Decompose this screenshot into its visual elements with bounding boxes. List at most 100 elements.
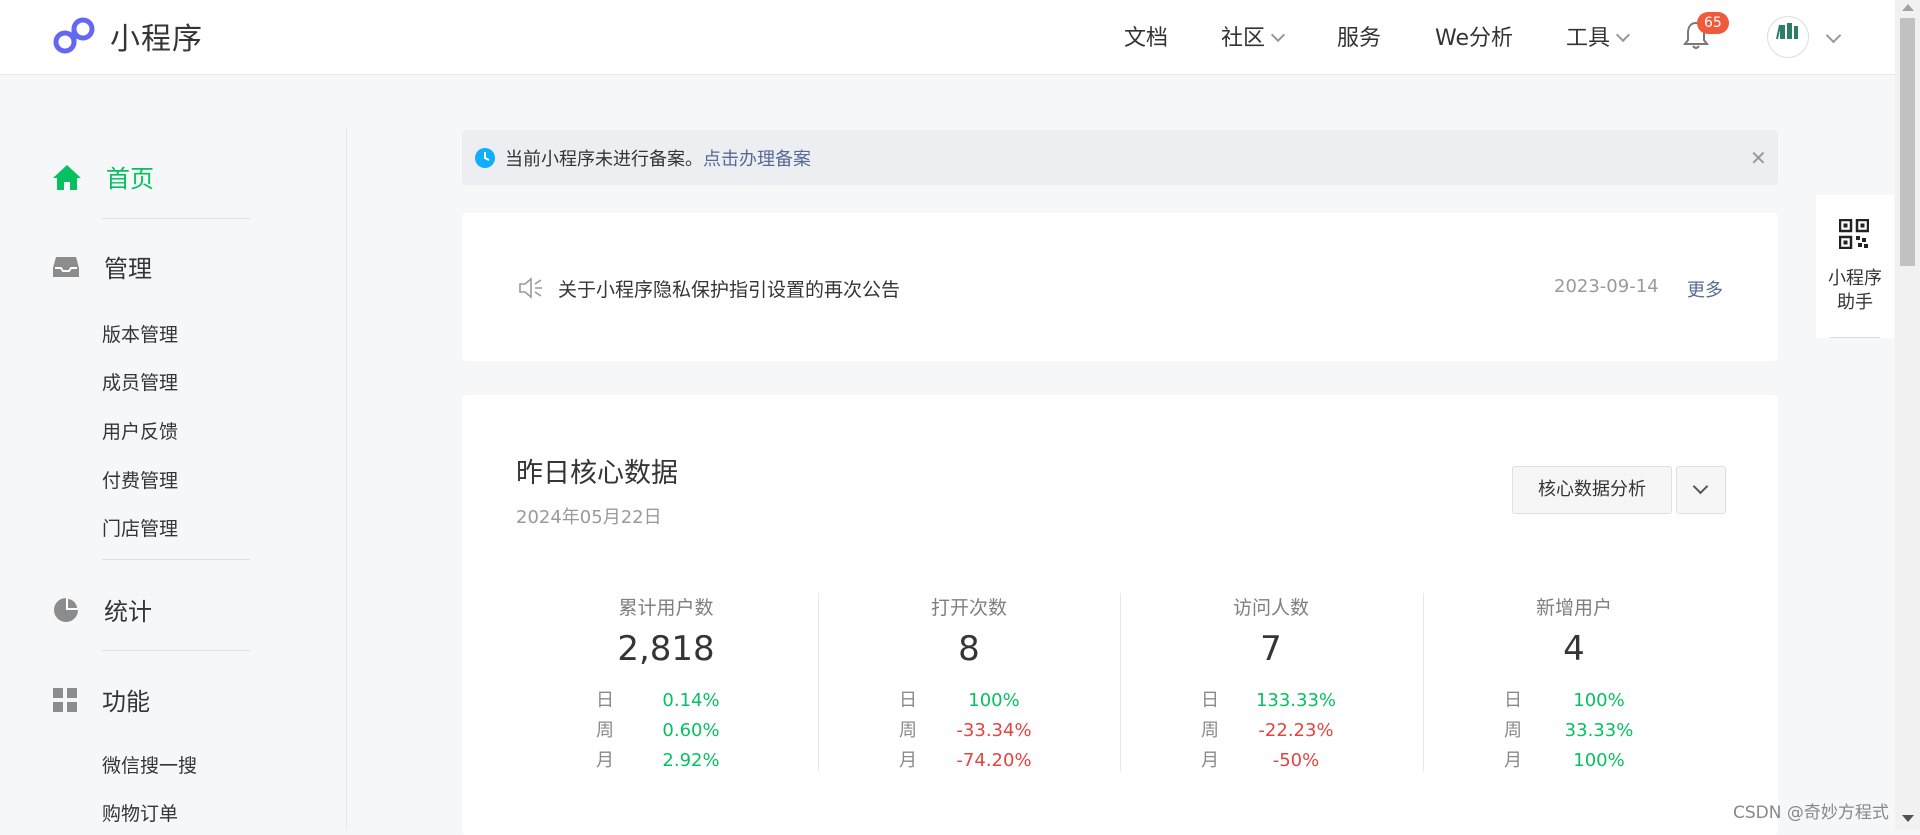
- week-label: 周: [1201, 720, 1219, 741]
- month-change: -74.20%: [956, 750, 1032, 771]
- pie-chart-icon: [54, 597, 78, 622]
- stat-total-users: 累计用户数 2,818 日 0.14% 周 0.60% 月 2.92%: [515, 593, 817, 773]
- sidebar-item-manage[interactable]: 管理: [52, 249, 152, 284]
- nav-docs[interactable]: 文档: [1124, 20, 1168, 52]
- week-change: -33.34%: [956, 720, 1032, 741]
- sidebar-item-stats[interactable]: 统计: [52, 592, 152, 627]
- day-change: 133.33%: [1255, 690, 1337, 711]
- dropdown-button[interactable]: [1676, 466, 1726, 514]
- top-bar: 小程序 文档 社区 服务 We分析 工具 65: [0, 0, 1895, 75]
- more-link[interactable]: 更多: [1687, 276, 1723, 302]
- stat-day-row: 日 100%: [818, 686, 1120, 712]
- helper-label: 小程序 助手: [1816, 267, 1894, 315]
- notice-message: 当前小程序未进行备案。: [505, 149, 703, 170]
- sidebar-subitem-orders[interactable]: 购物订单: [102, 799, 178, 826]
- watermark: CSDN @奇妙方程式: [1733, 803, 1889, 823]
- stat-month-row: 月 100%: [1423, 746, 1725, 772]
- nav-we-analysis[interactable]: We分析: [1435, 20, 1513, 52]
- chevron-down-icon[interactable]: [1825, 27, 1842, 44]
- sidebar-item-label: 统计: [104, 598, 152, 626]
- stat-day-row: 日 0.14%: [515, 686, 817, 712]
- sidebar-item-label: 功能: [102, 688, 150, 716]
- month-change: -50%: [1272, 750, 1320, 771]
- stat-month-row: 月 -50%: [1120, 746, 1422, 772]
- day-label: 日: [1504, 690, 1522, 711]
- stat-opens: 打开次数 8 日 100% 周 -33.34% 月 -74.20%: [818, 593, 1120, 773]
- sidebar-divider: [346, 128, 347, 830]
- stat-week-row: 周 33.33%: [1423, 716, 1725, 742]
- stat-week-row: 周 -33.34%: [818, 716, 1120, 742]
- announcement-title[interactable]: 关于小程序隐私保护指引设置的再次公告: [558, 275, 900, 302]
- core-analysis-button[interactable]: 核心数据分析: [1512, 466, 1672, 514]
- week-label: 周: [596, 720, 614, 741]
- mini-program-logo-icon: [53, 17, 95, 54]
- app-title: 小程序: [110, 22, 203, 57]
- announcement-card: 关于小程序隐私保护指引设置的再次公告 2023-09-14 更多: [462, 213, 1778, 361]
- day-label: 日: [1201, 690, 1219, 711]
- nav-service[interactable]: 服务: [1337, 20, 1381, 52]
- chevron-down-icon: [1692, 478, 1709, 495]
- mini-program-helper[interactable]: 小程序 助手: [1816, 195, 1894, 338]
- stat-value: 2,818: [617, 629, 715, 669]
- stat-month-row: 月 2.92%: [515, 746, 817, 772]
- divider: [1830, 337, 1880, 338]
- grid-icon: [53, 687, 77, 712]
- week-label: 周: [1504, 720, 1522, 741]
- day-label: 日: [899, 690, 917, 711]
- core-data-card: 昨日核心数据 2024年05月22日 核心数据分析 累计用户数 2,818 日 0…: [462, 395, 1778, 835]
- day-label: 日: [596, 690, 614, 711]
- scroll-up-arrow[interactable]: [1902, 4, 1914, 11]
- sidebar-item-features[interactable]: 功能: [52, 682, 150, 717]
- section-title: 昨日核心数据: [516, 458, 678, 489]
- month-label: 月: [1504, 750, 1522, 771]
- qr-code-icon: [1839, 219, 1869, 249]
- stat-day-row: 日 133.33%: [1120, 686, 1422, 712]
- avatar[interactable]: [1767, 16, 1809, 58]
- month-label: 月: [1201, 750, 1219, 771]
- chevron-down-icon: [1270, 27, 1286, 43]
- home-icon: [53, 164, 81, 190]
- stat-label: 打开次数: [930, 597, 1007, 619]
- sidebar-subitem-payment[interactable]: 付费管理: [102, 466, 178, 493]
- divider: [102, 559, 250, 560]
- stat-value: 4: [1563, 629, 1585, 669]
- stat-month-row: 月 -74.20%: [818, 746, 1120, 772]
- stat-day-row: 日 100%: [1423, 686, 1725, 712]
- stat-new-users: 新增用户 4 日 100% 周 33.33% 月 100%: [1423, 593, 1725, 773]
- sidebar-subitem-feedback[interactable]: 用户反馈: [102, 417, 178, 444]
- clock-icon: [475, 148, 495, 168]
- sidebar-subitem-stores[interactable]: 门店管理: [102, 514, 178, 541]
- stat-week-row: 周 -22.23%: [1120, 716, 1422, 742]
- week-change: -22.23%: [1258, 720, 1334, 741]
- month-label: 月: [899, 750, 917, 771]
- scrollbar-thumb[interactable]: [1900, 18, 1915, 266]
- sidebar-item-label: 首页: [106, 165, 154, 193]
- close-icon[interactable]: ✕: [1750, 146, 1767, 170]
- nav-tools[interactable]: 工具: [1566, 20, 1631, 52]
- divider: [102, 650, 250, 651]
- sidebar-item-home[interactable]: 首页: [52, 159, 154, 194]
- sidebar-subitem-members[interactable]: 成员管理: [102, 368, 178, 395]
- stat-visitors: 访问人数 7 日 133.33% 周 -22.23% 月 -50%: [1120, 593, 1422, 773]
- nav-community-label: 社区: [1221, 26, 1266, 51]
- month-change: 100%: [1573, 750, 1625, 771]
- week-change: 0.60%: [662, 720, 720, 741]
- stat-label: 累计用户数: [618, 597, 714, 619]
- scrollbar[interactable]: [1895, 0, 1920, 830]
- sidebar-subitem-wechat-search[interactable]: 微信搜一搜: [102, 751, 197, 778]
- day-change: 100%: [1573, 690, 1625, 711]
- scroll-down-arrow[interactable]: [1902, 815, 1914, 822]
- day-change: 0.14%: [662, 690, 720, 711]
- stat-week-row: 周 0.60%: [515, 716, 817, 742]
- stat-label: 访问人数: [1232, 597, 1309, 619]
- helper-label-line2: 助手: [1837, 292, 1873, 313]
- logo[interactable]: 小程序: [52, 14, 203, 58]
- week-change: 33.33%: [1564, 720, 1634, 741]
- nav-community[interactable]: 社区: [1221, 20, 1286, 52]
- filing-link[interactable]: 点击办理备案: [703, 149, 811, 170]
- sidebar-subitem-version[interactable]: 版本管理: [102, 320, 178, 347]
- stat-value: 8: [958, 629, 980, 669]
- speaker-icon: [519, 277, 542, 299]
- month-change: 2.92%: [662, 750, 720, 771]
- sidebar-item-label: 管理: [104, 255, 152, 283]
